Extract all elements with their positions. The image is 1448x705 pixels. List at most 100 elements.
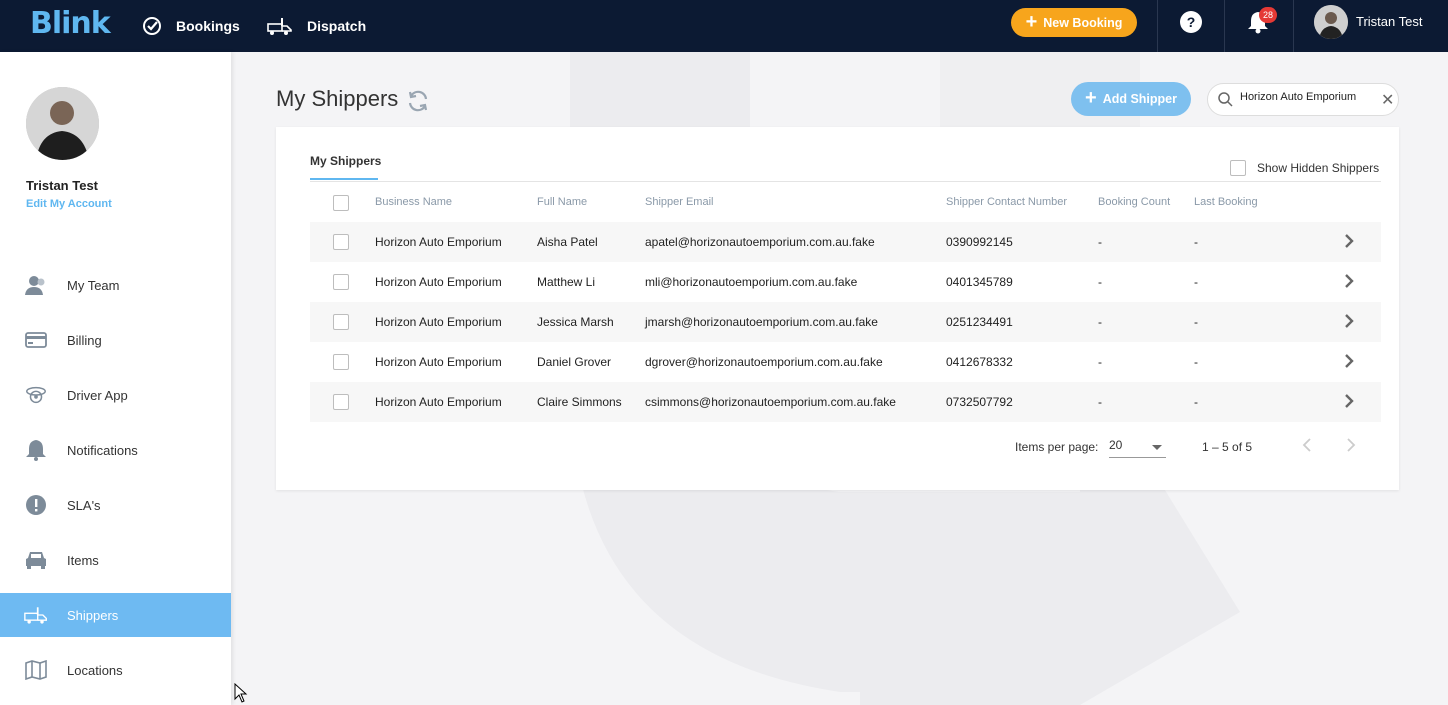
chevron-right-icon[interactable] (1344, 234, 1354, 253)
shippers-card: My Shippers Show Hidden Shippers Busines… (276, 127, 1399, 490)
tab-divider (310, 181, 1381, 182)
show-hidden-label: Show Hidden Shippers (1257, 161, 1380, 175)
check-circle-icon (143, 17, 161, 35)
cell-booking-count: - (1098, 235, 1102, 249)
map-icon (24, 658, 48, 682)
cell-contact-number: 0732507792 (946, 395, 1013, 409)
top-navbar: Blink Bookings Dispatch + New Booking ? … (0, 0, 1448, 52)
row-checkbox[interactable] (333, 234, 349, 250)
alert-icon (24, 493, 48, 517)
new-booking-button[interactable]: + New Booking (1011, 8, 1137, 37)
sidebar-item-label: Billing (67, 332, 102, 348)
row-checkbox[interactable] (333, 314, 349, 330)
cell-full-name: Daniel Grover (537, 355, 612, 369)
top-user-name[interactable]: Tristan Test (1356, 14, 1422, 29)
tab-my-shippers[interactable]: My Shippers (310, 154, 381, 168)
sidebar-item-notifications[interactable]: Notifications (0, 428, 231, 472)
help-button[interactable]: ? (1180, 11, 1202, 33)
table-row[interactable]: Horizon Auto Emporium Matthew Li mli@hor… (310, 262, 1381, 302)
nav-dispatch[interactable]: Dispatch (267, 0, 366, 52)
tab-active-indicator (310, 178, 378, 180)
chevron-right-icon[interactable] (1344, 354, 1354, 373)
car-icon (24, 548, 48, 572)
nav-divider (1157, 0, 1158, 52)
table-row[interactable]: Horizon Auto Emporium Claire Simmons csi… (310, 382, 1381, 422)
refresh-icon[interactable] (406, 89, 430, 118)
column-header-email[interactable]: Shipper Email (645, 196, 713, 208)
sidebar-item-my-team[interactable]: My Team (0, 263, 231, 307)
blink-logo[interactable]: Blink (30, 6, 111, 41)
sidebar-item-billing[interactable]: Billing (0, 318, 231, 362)
profile-photo-icon (26, 87, 99, 160)
user-photo-icon (1314, 5, 1348, 39)
clear-search-icon[interactable]: ✕ (1381, 90, 1394, 110)
chevron-right-icon[interactable] (1344, 314, 1354, 333)
cell-business-name: Horizon Auto Emporium (375, 275, 502, 289)
sidebar-item-label: Locations (67, 662, 123, 678)
table-row[interactable]: Horizon Auto Emporium Daniel Grover dgro… (310, 342, 1381, 382)
driver-icon (24, 383, 48, 407)
row-checkbox[interactable] (333, 394, 349, 410)
sidebar-item-items[interactable]: Items (0, 538, 231, 582)
credit-card-icon (24, 328, 48, 352)
previous-page-icon[interactable] (1301, 437, 1313, 458)
team-icon (24, 273, 48, 297)
cell-business-name: Horizon Auto Emporium (375, 395, 502, 409)
nav-bookings-label: Bookings (176, 18, 240, 34)
sidebar-item-driver-app[interactable]: Driver App (0, 373, 231, 417)
sidebar-item-locations[interactable]: Locations (0, 648, 231, 692)
cell-email: mli@horizonautoemporium.com.au.fake (645, 275, 858, 289)
column-header-last-booking[interactable]: Last Booking (1194, 196, 1258, 208)
table-row[interactable]: Horizon Auto Emporium Aisha Patel apatel… (310, 222, 1381, 262)
column-header-full-name[interactable]: Full Name (537, 196, 587, 208)
bell-icon (24, 438, 48, 462)
show-hidden-checkbox[interactable] (1230, 160, 1246, 176)
column-header-contact-number[interactable]: Shipper Contact Number (946, 196, 1067, 208)
chevron-right-icon[interactable] (1344, 394, 1354, 413)
sidebar-item-label: SLA's (67, 497, 101, 513)
user-avatar[interactable] (1314, 5, 1348, 39)
nav-bookings[interactable]: Bookings (142, 0, 240, 52)
cell-contact-number: 0412678332 (946, 355, 1013, 369)
row-checkbox[interactable] (333, 354, 349, 370)
cell-email: csimmons@horizonautoemporium.com.au.fake (645, 395, 896, 409)
column-header-booking-count[interactable]: Booking Count (1098, 196, 1170, 208)
column-header-business-name[interactable]: Business Name (375, 196, 452, 208)
cell-booking-count: - (1098, 355, 1102, 369)
items-per-page-select[interactable]: 20 (1109, 438, 1166, 458)
sidebar-item-shippers[interactable]: Shippers (0, 593, 231, 637)
edit-account-link[interactable]: Edit My Account (26, 198, 112, 210)
table-row[interactable]: Horizon Auto Emporium Jessica Marsh jmar… (310, 302, 1381, 342)
cell-email: dgrover@horizonautoemporium.com.au.fake (645, 355, 883, 369)
add-shipper-button[interactable]: + Add Shipper (1071, 82, 1191, 116)
sidebar-item-label: Items (67, 552, 99, 568)
select-all-checkbox[interactable] (333, 195, 349, 211)
cell-booking-count: - (1098, 395, 1102, 409)
truck-icon (267, 18, 292, 35)
add-shipper-label: Add Shipper (1102, 92, 1177, 106)
cell-email: jmarsh@horizonautoemporium.com.au.fake (645, 315, 878, 329)
chevron-right-icon[interactable] (1344, 274, 1354, 293)
cell-booking-count: - (1098, 275, 1102, 289)
sidebar-item-slas[interactable]: SLA's (0, 483, 231, 527)
cell-full-name: Aisha Patel (537, 235, 598, 249)
cell-last-booking: - (1194, 315, 1198, 329)
row-checkbox[interactable] (333, 274, 349, 290)
truck-icon (24, 603, 48, 627)
search-input[interactable] (1240, 91, 1368, 103)
cell-contact-number: 0390992145 (946, 235, 1013, 249)
profile-name: Tristan Test (26, 178, 99, 193)
sidebar-item-label: Shippers (67, 607, 119, 623)
items-per-page-label: Items per page: (1015, 440, 1099, 454)
new-booking-label: New Booking (1043, 15, 1123, 30)
cell-last-booking: - (1194, 275, 1198, 289)
nav-dispatch-label: Dispatch (307, 18, 367, 34)
show-hidden-toggle[interactable]: Show Hidden Shippers (1230, 160, 1379, 176)
cell-contact-number: 0401345789 (946, 275, 1013, 289)
items-per-page-value: 20 (1109, 438, 1123, 452)
caret-down-icon (1152, 445, 1162, 450)
cell-booking-count: - (1098, 315, 1102, 329)
cell-email: apatel@horizonautoemporium.com.au.fake (645, 235, 875, 249)
search-box[interactable]: ✕ (1207, 83, 1399, 116)
next-page-icon[interactable] (1345, 437, 1357, 458)
